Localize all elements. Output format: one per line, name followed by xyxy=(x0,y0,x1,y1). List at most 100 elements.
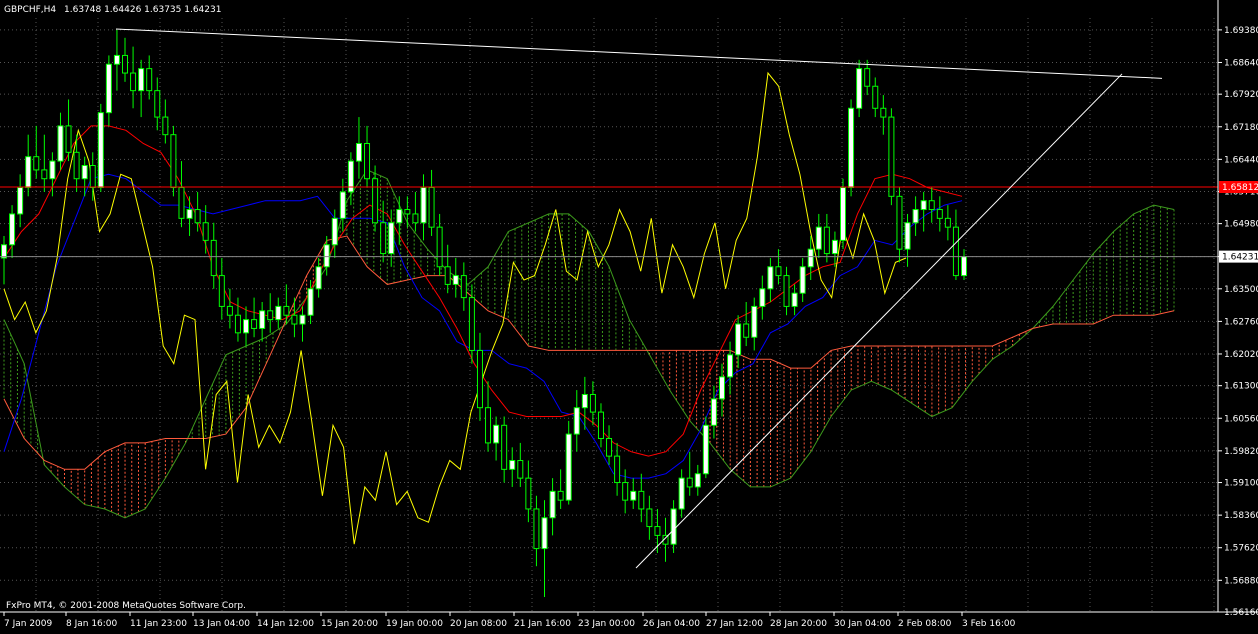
hline-price-tag-text: 1.65812 xyxy=(1222,183,1258,193)
candle-bear xyxy=(146,68,153,92)
candle-bear xyxy=(944,217,951,228)
candle-bull xyxy=(57,125,64,162)
candle-bear xyxy=(743,323,750,338)
price-tick-label: 1.67180 xyxy=(1224,123,1258,133)
candle-bear xyxy=(517,460,524,479)
price-tick-label: 1.68640 xyxy=(1224,58,1258,68)
time-tick-label: 2 Feb 08:00 xyxy=(898,619,952,629)
candle-bull xyxy=(315,266,322,290)
price-tick-label: 1.63500 xyxy=(1224,285,1258,295)
candle-bear xyxy=(783,275,790,307)
candle-bear xyxy=(226,305,233,316)
candle-bear xyxy=(154,90,161,118)
candle-bear xyxy=(210,239,217,277)
time-tick-label: 28 Jan 20:00 xyxy=(770,619,827,629)
price-tick-label: 1.61300 xyxy=(1224,382,1258,392)
price-tick-label: 1.64980 xyxy=(1224,220,1258,230)
candle-bull xyxy=(49,160,56,180)
candle-bull xyxy=(509,460,516,470)
candle-bear xyxy=(283,305,290,316)
candle-bull xyxy=(799,266,806,294)
time-tick-label: 20 Jan 08:00 xyxy=(450,619,507,629)
current-price-tag-text: 1.64231 xyxy=(1222,253,1258,263)
price-tick-label: 1.59820 xyxy=(1224,447,1258,457)
candle-bear xyxy=(460,275,467,299)
time-tick-label: 26 Jan 04:00 xyxy=(643,619,700,629)
candle-bear xyxy=(41,169,48,180)
candle-bear xyxy=(162,116,169,136)
candle-bear xyxy=(654,526,661,536)
candle-bull xyxy=(759,288,766,307)
candle-bull xyxy=(751,305,758,338)
candle-bull xyxy=(581,393,588,409)
time-tick-label: 13 Jan 04:00 xyxy=(193,619,250,629)
candle-bear xyxy=(622,482,629,501)
candle-bear xyxy=(130,72,137,92)
time-tick-label: 11 Jan 23:00 xyxy=(130,619,187,629)
candle-bull xyxy=(856,68,863,109)
chart-svg[interactable]: 1.693801.686401.679201.671801.664401.657… xyxy=(0,0,1258,630)
price-tick-label: 1.59100 xyxy=(1224,479,1258,489)
candle-bear xyxy=(178,187,185,219)
candle-bull xyxy=(9,213,16,246)
candle-bear xyxy=(364,142,371,180)
candle-bull xyxy=(420,187,427,224)
candle-bear xyxy=(638,490,645,510)
candle-bear xyxy=(122,54,129,74)
candle-bear xyxy=(234,314,241,334)
candle-bear xyxy=(557,490,564,501)
price-tick-label: 1.69380 xyxy=(1224,26,1258,36)
candle-bear xyxy=(952,226,959,277)
candle-bear xyxy=(436,226,443,268)
chart-area[interactable]: 1.693801.686401.679201.671801.664401.657… xyxy=(0,0,1258,630)
candle-bear xyxy=(267,310,274,321)
candle-bear xyxy=(194,209,201,224)
candle-bull xyxy=(138,68,145,92)
candle-bear xyxy=(501,424,508,470)
candle-bear xyxy=(775,266,782,277)
price-tick-label: 1.58360 xyxy=(1224,511,1258,521)
candle-bull xyxy=(912,209,919,224)
price-tick-label: 1.62020 xyxy=(1224,350,1258,360)
candle-bear xyxy=(864,68,871,87)
candle-bear xyxy=(202,222,209,241)
copyright-label: FxPro MT4, © 2001-2008 MetaQuotes Softwa… xyxy=(6,601,246,611)
candle-bear xyxy=(404,209,411,215)
candle-bear xyxy=(444,266,451,285)
candle-bull xyxy=(25,156,32,189)
candle-bull xyxy=(81,165,88,180)
candle-bear xyxy=(291,314,298,325)
time-tick-label: 27 Jan 12:00 xyxy=(706,619,763,629)
candle-bull xyxy=(694,473,701,488)
candle-bull xyxy=(331,217,338,246)
candle-bull xyxy=(275,305,282,321)
candle-bull xyxy=(493,424,500,444)
candle-bull xyxy=(718,376,725,400)
candle-bull xyxy=(630,490,637,501)
candle-bear xyxy=(468,297,475,351)
candle-bull xyxy=(702,424,709,475)
chart-header-symbol: GBPCHF,H4 xyxy=(4,5,56,15)
candle-bear xyxy=(880,107,887,118)
candle-bear xyxy=(372,178,379,224)
candle-bear xyxy=(533,508,540,550)
candle-bear xyxy=(823,226,830,255)
candle-bull xyxy=(815,226,822,250)
time-tick-label: 15 Jan 20:00 xyxy=(321,619,378,629)
candle-bull xyxy=(791,292,798,307)
candle-bull xyxy=(339,191,346,219)
candle-bear xyxy=(65,125,72,153)
candle-bull xyxy=(97,112,104,189)
candle-bull xyxy=(904,222,911,250)
candle-bull xyxy=(17,187,24,215)
candle-bull xyxy=(565,433,572,501)
candle-bear xyxy=(485,407,492,444)
candle-bear xyxy=(428,187,435,228)
candle-bull xyxy=(1,244,7,259)
candle-bull xyxy=(831,239,838,255)
time-tick-label: 30 Jan 04:00 xyxy=(834,619,891,629)
candle-bull xyxy=(186,209,193,219)
candle-bull xyxy=(961,256,967,277)
candle-bear xyxy=(872,85,879,109)
time-tick-label: 23 Jan 00:00 xyxy=(578,619,635,629)
